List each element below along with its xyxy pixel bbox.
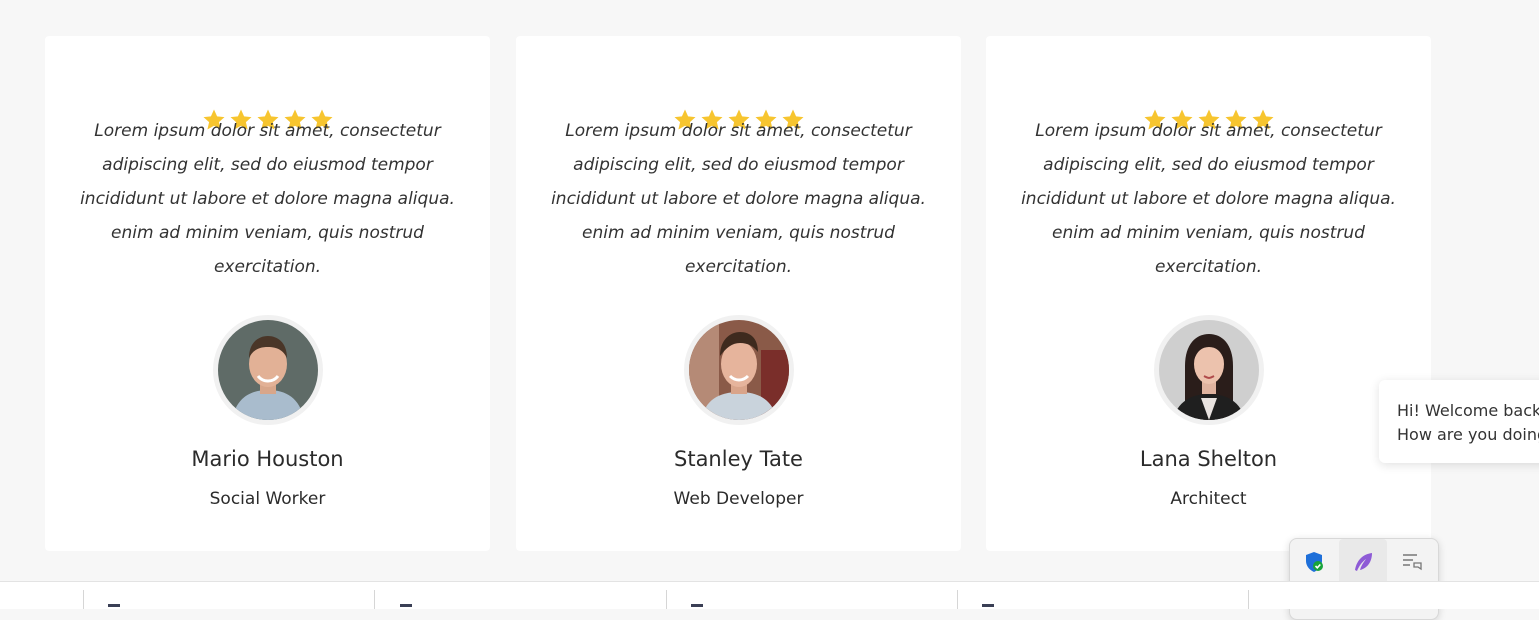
taskbar-divider — [957, 590, 958, 609]
person-photo-icon — [689, 320, 789, 420]
taskbar-divider — [374, 590, 375, 609]
feather-pen-icon[interactable] — [1339, 539, 1387, 585]
person-role: Web Developer — [673, 489, 804, 509]
avatar — [684, 315, 794, 425]
testimonial-quote: Lorem ipsum dolor sit amet, consectetur … — [1021, 121, 1396, 277]
person-photo-icon — [218, 320, 318, 420]
person-name: Lana Shelton — [1139, 447, 1278, 471]
testimonial-card: Lorem ipsum dolor sit amet, consectetur … — [986, 36, 1431, 551]
person-name: Stanley Tate — [674, 447, 803, 471]
taskbar-item[interactable] — [982, 604, 994, 607]
avatar — [213, 315, 323, 425]
taskbar-divider — [1248, 590, 1249, 609]
testimonial-quote: Lorem ipsum dolor sit amet, consectetur … — [80, 121, 455, 277]
person-role: Social Worker — [209, 489, 326, 509]
testimonial-card: Lorem ipsum dolor sit amet, consectetur … — [516, 36, 961, 551]
testimonial-quote: Lorem ipsum dolor sit amet, consectetur … — [551, 121, 926, 277]
security-shield-icon[interactable] — [1290, 539, 1338, 585]
person-role: Architect — [1170, 489, 1247, 509]
chat-welcome-bubble[interactable]: Hi! Welcome back! How are you doing? — [1379, 380, 1539, 463]
person-photo-icon — [1159, 320, 1259, 420]
avatar — [1154, 315, 1264, 425]
taskbar-divider — [83, 590, 84, 609]
testimonial-card: Lorem ipsum dolor sit amet, consectetur … — [45, 36, 490, 551]
taskbar — [0, 581, 1539, 609]
taskbar-item[interactable] — [108, 604, 120, 607]
taskbar-divider — [666, 590, 667, 609]
taskbar-item[interactable] — [400, 604, 412, 607]
taskbar-item[interactable] — [691, 604, 703, 607]
chat-message: Hi! Welcome back! How are you doing? — [1397, 401, 1539, 444]
person-name: Mario Houston — [191, 447, 344, 471]
chat-icon[interactable] — [1388, 539, 1436, 585]
